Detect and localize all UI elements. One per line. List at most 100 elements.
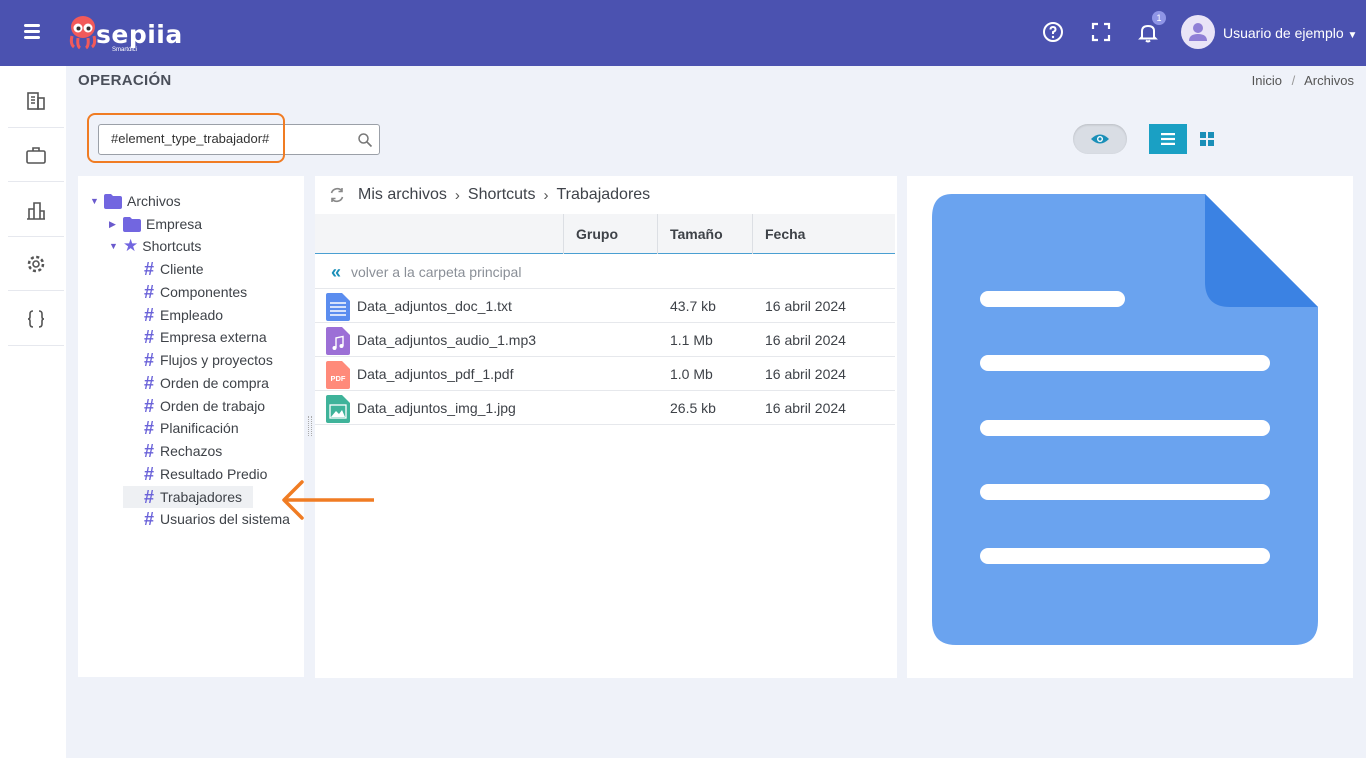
building-icon (27, 91, 45, 110)
tree-item-label: Trabajadores (160, 489, 242, 505)
star-icon: ★ (123, 236, 139, 255)
file-row[interactable]: PDF Data_adjuntos_pdf_1.pdf 1.0 Mb 16 ab… (315, 357, 895, 391)
panel-resize-handle[interactable] (308, 416, 312, 436)
tree-item-flujos[interactable]: # Flujos y proyectos (144, 349, 273, 371)
audio-file-icon (326, 327, 350, 355)
tree-item-cliente[interactable]: # Cliente (144, 258, 204, 280)
column-header-grupo[interactable]: Grupo (563, 214, 657, 254)
file-size: 1.1 Mb (670, 332, 713, 348)
sidebar-item-settings[interactable] (8, 237, 64, 291)
file-date: 16 abril 2024 (765, 400, 846, 416)
hash-icon: # (144, 373, 155, 393)
page-title: OPERACIÓN (78, 72, 172, 89)
tree-item-shortcuts[interactable]: ▼ ★ Shortcuts (109, 235, 201, 257)
tree-item-label: Empleado (160, 307, 224, 323)
column-header-tamano[interactable]: Tamaño (657, 214, 752, 254)
grid-icon (1200, 132, 1214, 146)
tree-item-label: Planificación (160, 420, 239, 436)
path-crumb-root[interactable]: Mis archivos (358, 186, 447, 204)
tree-item-trabajadores[interactable]: # Trabajadores (123, 486, 253, 508)
file-size: 43.7 kb (670, 298, 716, 314)
tree-item-orden-compra[interactable]: # Orden de compra (144, 372, 269, 394)
notification-badge: 1 (1152, 11, 1166, 25)
help-icon[interactable] (1041, 20, 1065, 44)
file-size: 26.5 kb (670, 400, 716, 416)
caret-down-icon[interactable]: ▼ (90, 196, 100, 206)
folder-icon (104, 193, 122, 209)
file-row[interactable]: Data_adjuntos_audio_1.mp3 1.1 Mb 16 abri… (315, 323, 895, 357)
user-avatar[interactable] (1181, 15, 1215, 49)
path-crumb-current: Trabajadores (556, 186, 651, 203)
back-to-parent[interactable]: « volver a la carpeta principal (315, 255, 895, 289)
annotation-arrow-icon (282, 480, 374, 520)
tree-item-label: Rechazos (160, 443, 223, 459)
path-crumb-shortcuts[interactable]: Shortcuts (468, 186, 536, 204)
file-name: Data_adjuntos_audio_1.mp3 (357, 332, 537, 348)
tree-item-empleado[interactable]: # Empleado (144, 304, 223, 326)
tree-item-usuarios[interactable]: # Usuarios del sistema (144, 508, 290, 530)
table-header: Grupo Tamaño Fecha (315, 214, 895, 254)
caret-right-icon[interactable]: ▶ (109, 219, 119, 230)
breadcrumb-home[interactable]: Inicio (1252, 73, 1282, 88)
double-chevron-left-icon: « (331, 261, 342, 282)
side-nav (0, 66, 66, 758)
refresh-icon[interactable] (328, 186, 346, 204)
file-date: 16 abril 2024 (765, 298, 846, 314)
preview-toggle[interactable] (1073, 124, 1127, 154)
sidebar-item-city[interactable] (8, 183, 64, 237)
fullscreen-icon[interactable] (1089, 20, 1113, 44)
text-file-icon (326, 293, 350, 321)
breadcrumb-current: Archivos (1304, 73, 1354, 88)
tree-item-label: Orden de compra (160, 375, 269, 391)
hash-icon: # (144, 418, 155, 438)
octopus-logo-icon (69, 16, 97, 50)
user-menu[interactable]: Usuario de ejemplo ▼ (1223, 25, 1357, 41)
preview-panel (907, 176, 1353, 678)
tree-item-rechazos[interactable]: # Rechazos (144, 440, 222, 462)
file-row[interactable]: Data_adjuntos_doc_1.txt 43.7 kb 16 abril… (315, 289, 895, 323)
tree-item-root[interactable]: ▼ Archivos (90, 190, 181, 212)
chevron-down-icon: ▼ (1347, 30, 1358, 41)
hash-icon: # (144, 441, 155, 461)
hash-icon: # (144, 327, 155, 347)
logo-subtext: Smartdici (112, 47, 138, 53)
column-header-fecha[interactable]: Fecha (752, 214, 895, 254)
pdf-file-icon: PDF (326, 361, 350, 389)
hash-icon: # (144, 487, 155, 507)
search-icon[interactable] (357, 132, 373, 148)
city-icon (27, 201, 45, 220)
file-date: 16 abril 2024 (765, 332, 846, 348)
grid-view-button[interactable] (1197, 129, 1217, 149)
tree-item-orden-trabajo[interactable]: # Orden de trabajo (144, 395, 265, 417)
tree-item-planificacion[interactable]: # Planificación (144, 417, 239, 439)
hash-icon: # (144, 464, 155, 484)
tree-item-label: Empresa (146, 216, 203, 232)
braces-icon (27, 309, 45, 328)
sidebar-item-code[interactable] (8, 292, 64, 346)
tree-item-label: Shortcuts (142, 238, 202, 254)
briefcase-icon (26, 146, 46, 164)
list-view-button[interactable] (1149, 124, 1187, 154)
caret-down-icon[interactable]: ▼ (109, 241, 119, 251)
hash-icon: # (144, 396, 155, 416)
sidebar-item-buildings[interactable] (8, 74, 64, 128)
file-path-bar: Mis archivos › Shortcuts › Trabajadores (315, 176, 897, 214)
tree-item-label: Cliente (160, 261, 204, 277)
hash-icon: # (144, 305, 155, 325)
tree-item-empresa[interactable]: ▶ Empresa (109, 213, 202, 235)
file-name: Data_adjuntos_img_1.jpg (357, 400, 516, 416)
tree-item-resultado-predio[interactable]: # Resultado Predio (144, 463, 267, 485)
chevron-right-icon: › (454, 186, 460, 204)
logo[interactable]: sepiia Smartdici (68, 14, 182, 54)
hash-icon: # (144, 509, 155, 529)
tree-item-label: Resultado Predio (160, 466, 268, 482)
tree-item-label: Componentes (160, 284, 248, 300)
menu-icon[interactable] (24, 24, 40, 39)
sidebar-item-briefcase[interactable] (8, 128, 64, 182)
tree-item-label: Empresa externa (160, 329, 267, 345)
tree-item-componentes[interactable]: # Componentes (144, 281, 247, 303)
file-date: 16 abril 2024 (765, 366, 846, 382)
file-row[interactable]: Data_adjuntos_img_1.jpg 26.5 kb 16 abril… (315, 391, 895, 425)
file-name: Data_adjuntos_pdf_1.pdf (357, 366, 514, 382)
tree-item-empresa-externa[interactable]: # Empresa externa (144, 326, 267, 348)
